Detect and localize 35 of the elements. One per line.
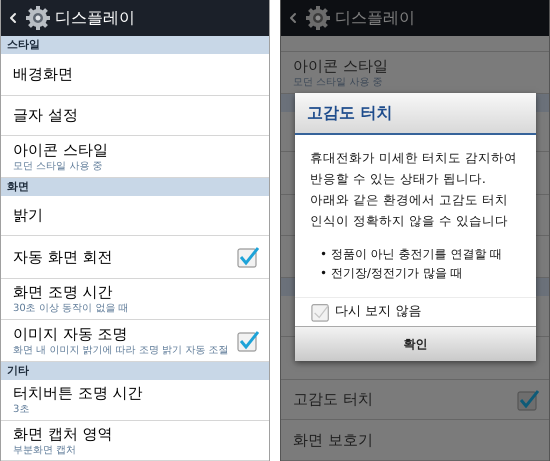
checkbox[interactable]: [517, 388, 539, 410]
checkbox[interactable]: [311, 302, 331, 322]
row-title: 아이콘 스타일: [13, 140, 108, 160]
section-header: 기타: [1, 362, 269, 380]
row-summary: 모던 스타일 사용 중: [13, 160, 104, 172]
confirm-button[interactable]: 확인: [295, 326, 536, 361]
section-header: 스타일: [1, 36, 269, 54]
row-summary: 부분화면 캡처: [13, 444, 78, 456]
row-title: 이미지 자동 조명: [13, 324, 129, 344]
gear-icon: [305, 5, 331, 31]
row-title: 자동 화면 회전: [13, 248, 113, 266]
row-summary: 화면 내 이미지 밝기에 따라 조명 밝기 자동 조절: [13, 344, 228, 356]
row-title: 터치버튼 조명 시간: [13, 384, 143, 403]
dialog-message: 휴대전화가 미세한 터치도 감지하여 반응할 수 있는 상태가 됩니다. 아래와 같은 환경에서 고감도 터치 인식이 정확하지 않을 수 있습니다: [310, 149, 518, 230]
section-header: 화면: [1, 178, 269, 196]
row-title: 아이콘 스타일: [293, 56, 388, 76]
checkbox[interactable]: [237, 246, 259, 268]
screen-title: 디스플레이: [335, 7, 415, 29]
bullet-text: • 전기장/정전기가 많을 때: [320, 265, 464, 282]
checkbox[interactable]: [237, 330, 259, 352]
row-title: 고감도 터치: [293, 390, 373, 409]
row-title: 화면 보호기: [293, 430, 373, 450]
row-title: 글자 설정: [13, 106, 78, 125]
row-summary: 30초 이상 동작이 없을 때: [13, 302, 128, 315]
row-summary: 3초: [13, 403, 30, 416]
row-title: 배경화면: [13, 65, 73, 84]
row-title: 화면 조명 시간: [13, 283, 114, 302]
bullet-text: • 정품이 아닌 충전기를 연결할 때: [320, 246, 504, 263]
checkbox-label: 다시 보지 않음: [335, 303, 422, 322]
dialog-title: 고감도 터치: [307, 102, 393, 124]
row-title: 화면 캡처 영역: [13, 424, 113, 444]
row-summary: 모던 스타일 사용 중: [293, 76, 384, 88]
screen-title: 디스플레이: [55, 7, 135, 29]
row-title: 밝기: [13, 206, 43, 225]
gear-icon: [25, 5, 51, 31]
